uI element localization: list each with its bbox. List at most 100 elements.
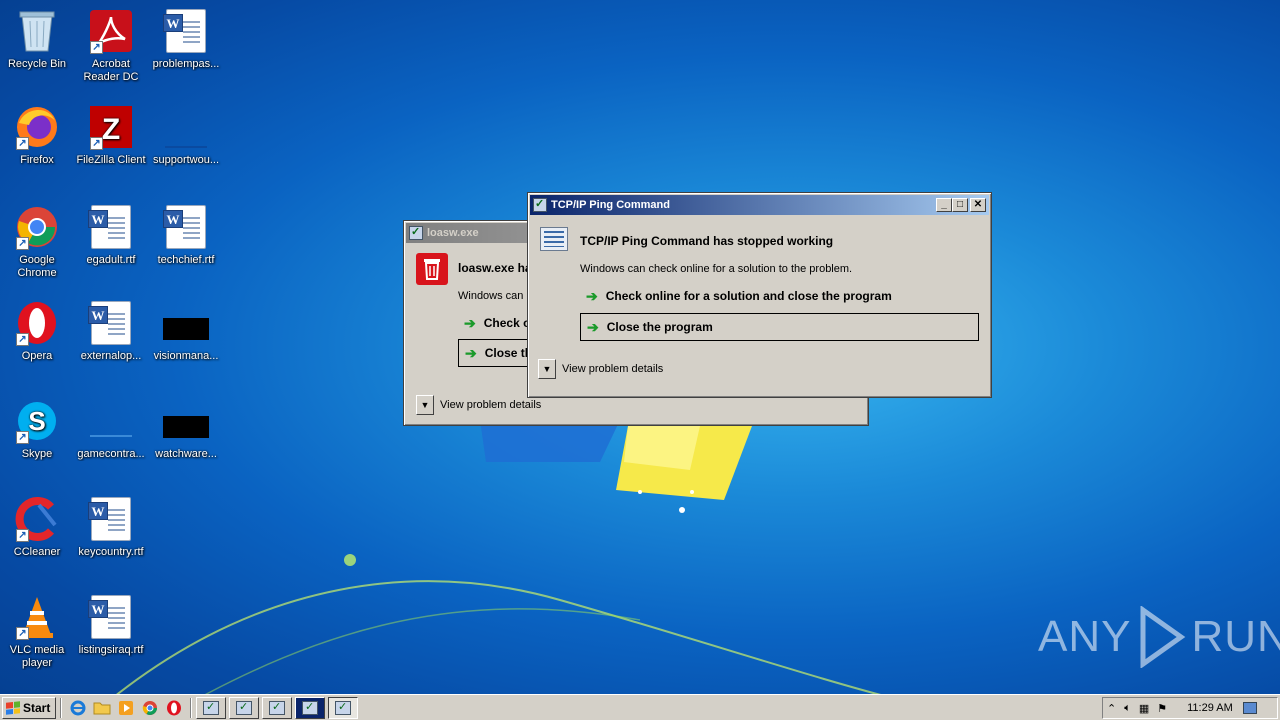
icon-label: gamecontra...	[77, 448, 145, 460]
desktop-icon-vlc[interactable]: ↗ VLC media player	[0, 594, 74, 670]
desktop-icon-techchief[interactable]: W techchief.rtf	[149, 204, 223, 267]
file-explorer-icon[interactable]	[90, 697, 114, 719]
app-icon	[236, 700, 252, 715]
trash-icon	[416, 253, 448, 285]
taskbar-separator	[60, 697, 62, 718]
shortcut-arrow-icon: ↗	[16, 333, 29, 346]
icon-label: problempas...	[152, 58, 220, 70]
check-online-option[interactable]: ➔ Check online for a solution and close …	[580, 282, 978, 310]
taskbar-window-button[interactable]	[196, 696, 226, 719]
app-icon	[409, 225, 423, 240]
ccleaner-icon: ↗	[14, 496, 60, 542]
desktop-icon-problempas[interactable]: W problempas...	[149, 8, 223, 71]
details-label: View problem details	[440, 399, 542, 411]
recycle-bin-icon	[14, 8, 60, 54]
desktop-icon-recycle-bin[interactable]: Recycle Bin	[0, 8, 74, 71]
windows-logo-icon	[6, 700, 20, 715]
desktop-icon-skype[interactable]: S ↗ Skype	[0, 398, 74, 461]
desktop-icon-externalop[interactable]: W externalop...	[74, 300, 148, 363]
shortcut-arrow-icon: ↗	[16, 627, 29, 640]
close-button[interactable]: ✕	[970, 198, 986, 212]
taskbar-window-button[interactable]	[262, 696, 292, 719]
icon-label: CCleaner	[13, 546, 61, 558]
shortcut-arrow-icon: ↗	[16, 137, 29, 150]
error-heading: TCP/IP Ping Command has stopped working	[580, 234, 834, 248]
acrobat-icon: ↗	[88, 8, 134, 54]
icon-label: keycountry.rtf	[78, 546, 144, 558]
volume-icon[interactable]: 🔈︎	[1124, 702, 1131, 715]
desktop-icon-acrobat[interactable]: ↗ Acrobat Reader DC	[74, 8, 148, 84]
taskbar-window-button[interactable]	[229, 696, 259, 719]
anyrun-watermark: ANY RUN	[1038, 606, 1280, 668]
app-icon	[335, 700, 351, 715]
black-file-icon	[163, 300, 209, 346]
view-problem-details[interactable]: ▼ View problem details	[538, 359, 663, 379]
check-online-option[interactable]: ➔ Check o	[458, 309, 538, 337]
green-arrow-icon: ➔	[587, 318, 599, 335]
filezilla-icon: Z ↗	[88, 104, 134, 150]
view-problem-details[interactable]: ▼ View problem details	[416, 395, 541, 415]
desktop-icon-filezilla[interactable]: Z ↗ FileZilla Client	[74, 104, 148, 167]
internet-explorer-icon[interactable]	[66, 697, 90, 719]
dialog-titlebar[interactable]: TCP/IP Ping Command _ □ ✕	[530, 195, 989, 215]
details-label: View problem details	[562, 363, 664, 375]
taskbar-window-button[interactable]	[295, 696, 325, 719]
shortcut-arrow-icon: ↗	[16, 431, 29, 444]
chevron-down-icon[interactable]: ▼	[416, 395, 434, 415]
desktop-icon-listingsiraq[interactable]: W listingsiraq.rtf	[74, 594, 148, 657]
dialog-tcpip-ping[interactable]: TCP/IP Ping Command _ □ ✕ TCP/IP Ping Co…	[527, 192, 992, 398]
desktop-icon-egadult[interactable]: W egadult.rtf	[74, 204, 148, 267]
opera-icon: ↗	[14, 300, 60, 346]
word-doc-icon: W	[88, 496, 134, 542]
option-label: Close th	[484, 346, 533, 360]
word-doc-icon: W	[88, 594, 134, 640]
taskbar-separator	[190, 697, 192, 718]
error-heading: loasw.exe ha	[458, 261, 532, 275]
close-program-option[interactable]: ➔ Close the program	[580, 313, 979, 341]
shortcut-arrow-icon: ↗	[16, 529, 29, 542]
dialog-body: TCP/IP Ping Command has stopped working …	[528, 217, 991, 397]
desktop-icon-supportwou[interactable]: supportwou...	[149, 104, 223, 167]
word-doc-icon: W	[163, 8, 209, 54]
black-file-icon	[163, 398, 209, 444]
svg-text:S: S	[28, 406, 45, 436]
desktop-icon-visionmana[interactable]: visionmana...	[149, 300, 223, 363]
chevron-up-icon[interactable]: ⌃	[1107, 702, 1116, 715]
chrome-icon: ↗	[14, 204, 60, 250]
show-desktop-icon[interactable]	[1242, 702, 1257, 714]
svg-text:Z: Z	[102, 113, 120, 146]
option-label: Check online for a solution and close th…	[605, 289, 892, 303]
watermark-right: RUN	[1191, 612, 1280, 661]
app-icon	[302, 700, 318, 715]
minimize-button[interactable]: _	[936, 198, 952, 212]
icon-label: supportwou...	[152, 154, 220, 166]
dialog-title: TCP/IP Ping Command	[551, 199, 670, 211]
maximize-button[interactable]: □	[952, 198, 968, 212]
flag-icon[interactable]: ⚑	[1157, 702, 1167, 715]
network-icon[interactable]: ▦	[1139, 702, 1149, 715]
desktop-icon-ccleaner[interactable]: ↗ CCleaner	[0, 496, 74, 559]
desktop-icon-chrome[interactable]: ↗ Google Chrome	[0, 204, 74, 280]
error-subtext: Windows can c	[458, 290, 532, 302]
media-player-icon[interactable]	[114, 697, 138, 719]
icon-label: watchware...	[155, 448, 217, 460]
desktop-icon-opera[interactable]: ↗ Opera	[0, 300, 74, 363]
opera-taskbar-icon[interactable]	[162, 697, 186, 719]
clock[interactable]: 11:29 AM	[1187, 702, 1233, 714]
app-icon	[203, 700, 219, 715]
start-button[interactable]: Start	[2, 696, 56, 719]
desktop-icon-gamecontra[interactable]: gamecontra...	[74, 398, 148, 461]
icon-label: VLC media player	[9, 644, 65, 669]
word-doc-icon: W	[88, 300, 134, 346]
watermark-left: ANY	[1038, 612, 1132, 661]
desktop-icon-watchware[interactable]: watchware...	[149, 398, 223, 461]
desktop-icon-keycountry[interactable]: W keycountry.rtf	[74, 496, 148, 559]
program-window-icon	[540, 227, 568, 251]
chrome-taskbar-icon[interactable]	[138, 697, 162, 719]
icon-label: Recycle Bin	[7, 58, 67, 70]
chevron-down-icon[interactable]: ▼	[538, 359, 556, 379]
icon-label: visionmana...	[153, 350, 219, 362]
taskbar-window-button-active[interactable]	[328, 696, 358, 719]
close-program-option[interactable]: ➔ Close th	[458, 339, 538, 367]
desktop-icon-firefox[interactable]: ↗ Firefox	[0, 104, 74, 167]
